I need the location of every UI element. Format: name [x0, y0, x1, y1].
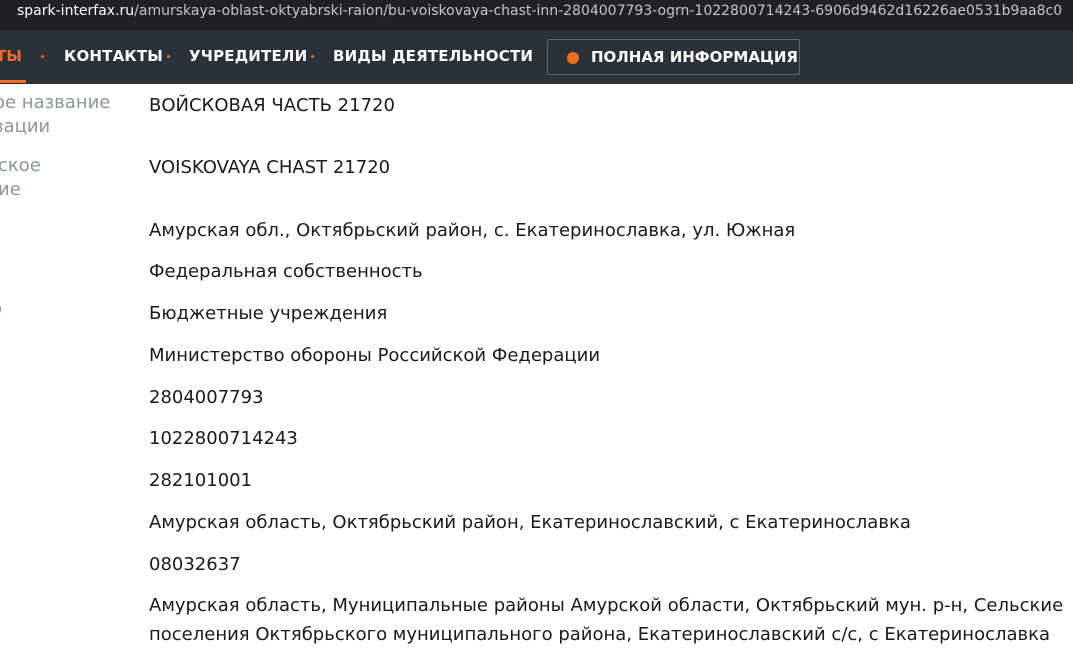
field-label-partial: о: [0, 297, 2, 321]
orange-dot-icon: [567, 52, 579, 64]
value-org-form: Бюджетные учреждения: [149, 303, 388, 324]
value-address: Амурская обл., Октябрьский район, с. Ека…: [149, 220, 796, 241]
nav-separator-dot: [167, 55, 170, 58]
value-ownership: Федеральная собственность: [149, 261, 423, 282]
nav-tab-activities[interactable]: ВИДЫ ДЕЯТЕЛЬНОСТИ: [333, 30, 533, 84]
nav-tab-founders[interactable]: УЧРЕДИТЕЛИ: [189, 30, 307, 84]
field-label-full-name: ое название зации: [0, 91, 110, 139]
value-oktmo: Амурская область, Муниципальные районы А…: [149, 591, 1063, 649]
address-bar[interactable]: spark-interfax.ru/amurskaya-oblast-oktya…: [0, 0, 1073, 30]
value-parent-org: Министерство обороны Российской Федераци…: [149, 345, 601, 366]
value-ogrn: 1022800714243: [149, 428, 298, 449]
field-label-english-name: ское ие: [0, 154, 41, 202]
url-host: spark-interfax.ru: [17, 3, 135, 19]
nav-tab-contacts[interactable]: КОНТАКТЫ: [64, 30, 163, 84]
value-oktmo-line: Амурская область, Муниципальные районы А…: [149, 595, 1064, 616]
value-kpp: 282101001: [149, 470, 253, 491]
full-info-button[interactable]: ПОЛНАЯ ИНФОРМАЦИЯ: [547, 39, 800, 75]
top-navigation: ТЫ КОНТАКТЫ УЧРЕДИТЕЛИ ВИДЫ ДЕЯТЕЛЬНОСТИ…: [0, 30, 1073, 84]
url-path: /amurskaya-oblast-oktyabrski-raion/bu-vo…: [134, 3, 1063, 19]
nav-tab-contacts-partial[interactable]: ТЫ: [0, 30, 22, 84]
value-oktmo-line: поселения Октябрьского муниципального ра…: [149, 624, 1051, 645]
field-label-line: о: [0, 297, 2, 321]
field-label-line: ое название: [0, 92, 111, 113]
active-tab-underline: [0, 80, 26, 83]
full-info-label: ПОЛНАЯ ИНФОРМАЦИЯ: [591, 48, 798, 66]
field-label-line: зации: [0, 116, 51, 137]
nav-separator-dot: [311, 55, 314, 58]
value-okpo: 08032637: [149, 554, 241, 575]
field-label-line: ское: [0, 155, 41, 176]
field-label-line: ие: [0, 179, 21, 200]
value-okato: Амурская область, Октябрьский район, Ека…: [149, 512, 911, 533]
value-inn: 2804007793: [149, 387, 264, 408]
value-full-name: ВОЙСКОВАЯ ЧАСТЬ 21720: [149, 95, 395, 116]
value-english-name: VOISKOVAYA CHAST 21720: [149, 157, 391, 178]
nav-separator-dot: [41, 55, 44, 58]
